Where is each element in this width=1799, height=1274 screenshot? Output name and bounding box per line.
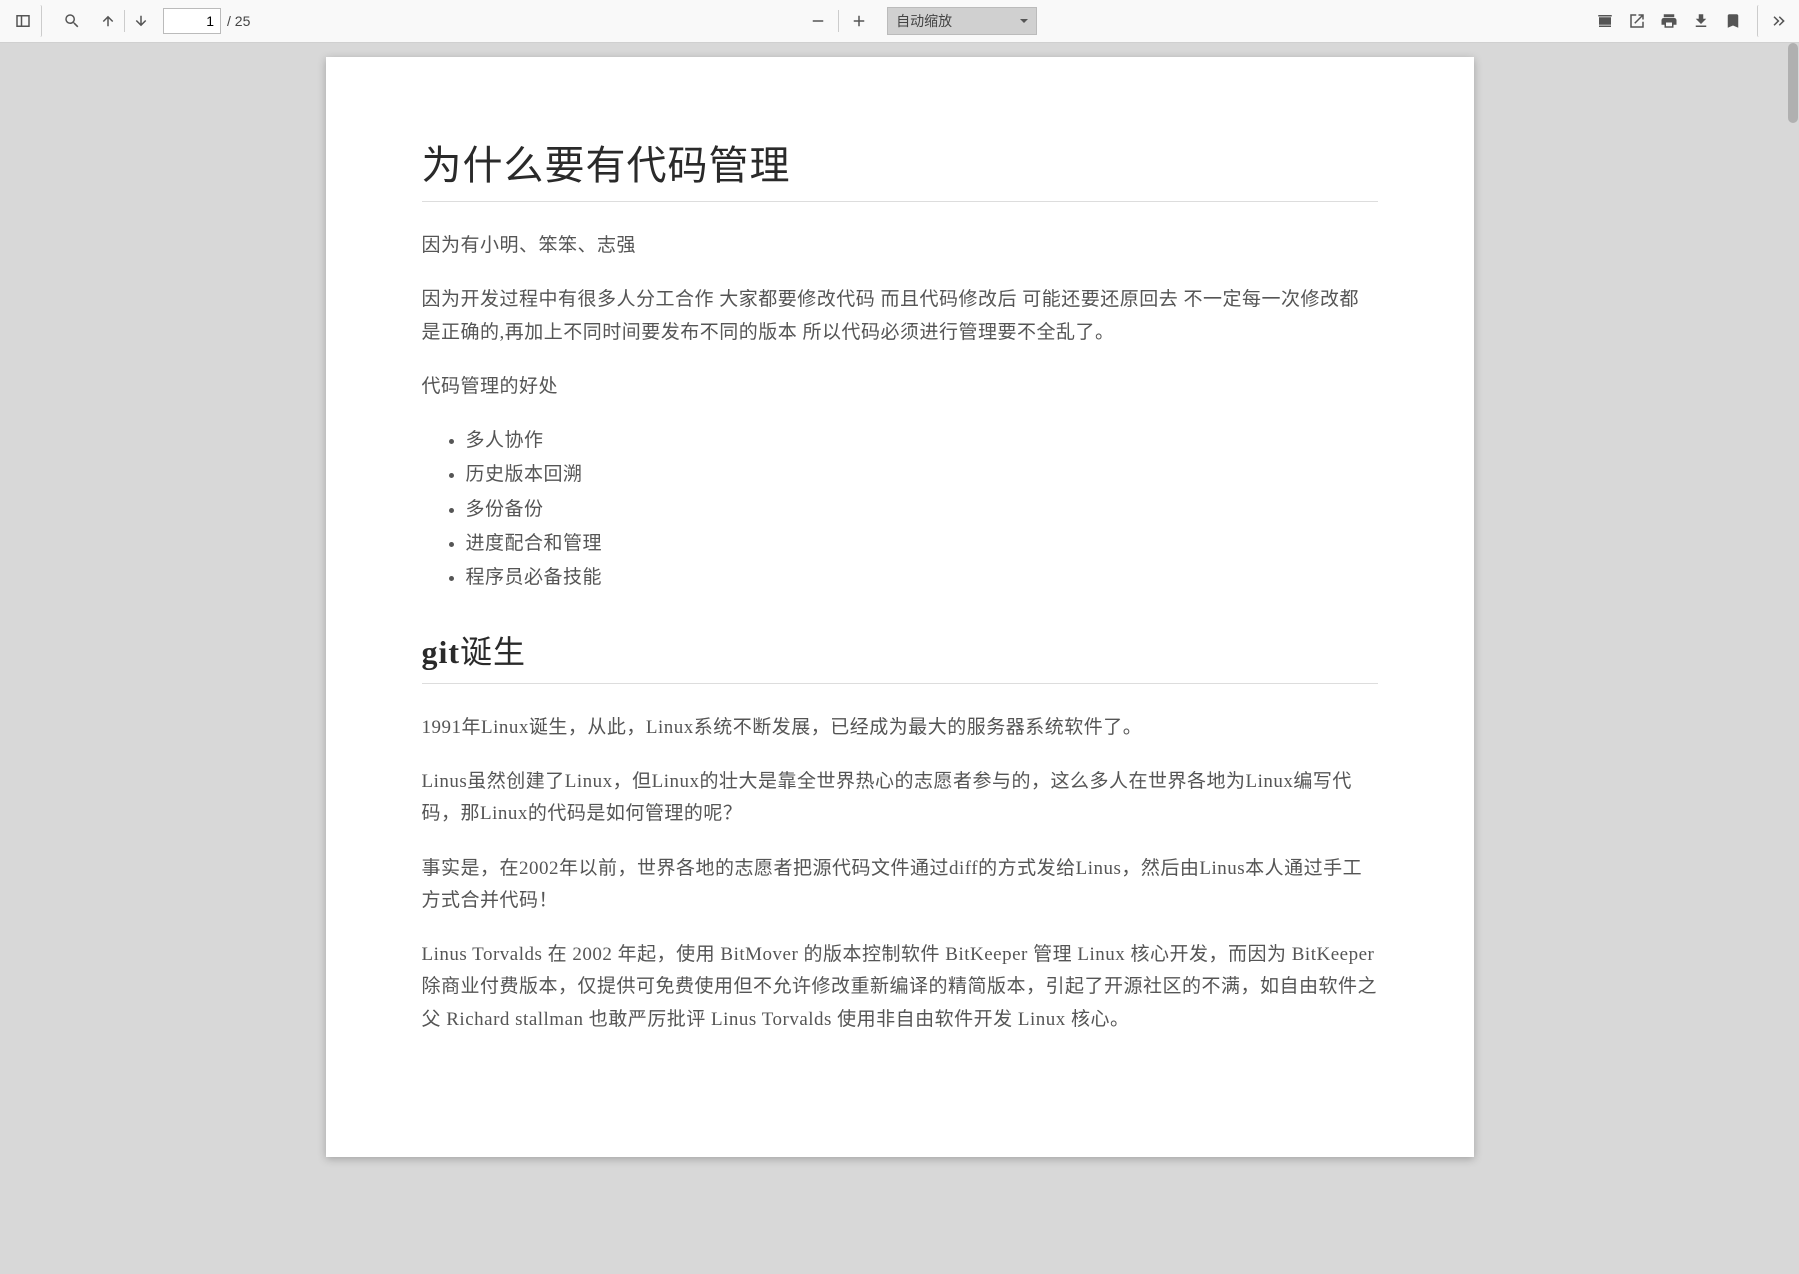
divider: [838, 10, 839, 32]
arrow-up-icon: [99, 12, 117, 30]
print-button[interactable]: [1653, 5, 1685, 37]
list-item: 程序员必备技能: [466, 562, 1378, 594]
presentation-button[interactable]: [1589, 5, 1621, 37]
bullet-list: 多人协作 历史版本回溯 多份备份 进度配合和管理 程序员必备技能: [422, 425, 1378, 594]
zoom-out-button[interactable]: [802, 5, 834, 37]
bookmark-button[interactable]: [1717, 5, 1749, 37]
page-number-input[interactable]: [163, 8, 221, 34]
document-viewport[interactable]: 为什么要有代码管理 因为有小明、笨笨、志强 因为开发过程中有很多人分工合作 大家…: [0, 43, 1799, 1274]
chevrons-right-icon: [1769, 12, 1787, 30]
bookmark-icon: [1724, 12, 1742, 30]
print-icon: [1660, 12, 1678, 30]
list-item: 多人协作: [466, 425, 1378, 457]
sidebar-icon: [14, 12, 32, 30]
page-total-label: / 25: [227, 13, 250, 29]
arrow-down-icon: [132, 12, 150, 30]
list-item: 多份备份: [466, 494, 1378, 526]
paragraph: Linus虽然创建了Linux，但Linux的壮大是靠全世界热心的志愿者参与的，…: [422, 766, 1378, 831]
paragraph: 因为有小明、笨笨、志强: [422, 230, 1378, 262]
paragraph: 1991年Linux诞生，从此，Linux系统不断发展，已经成为最大的服务器系统…: [422, 712, 1378, 744]
plus-icon: [850, 12, 868, 30]
toolbar-right: [1589, 5, 1789, 37]
download-icon: [1692, 12, 1710, 30]
toolbar-left: / 25: [10, 5, 250, 37]
paragraph: 事实是，在2002年以前，世界各地的志愿者把源代码文件通过diff的方式发给Li…: [422, 853, 1378, 918]
heading-1: 为什么要有代码管理: [422, 133, 1378, 202]
zoom-select[interactable]: 自动缩放: [887, 7, 1037, 35]
toolbar-center: 自动缩放: [250, 5, 1589, 37]
minus-icon: [809, 12, 827, 30]
more-tools-button[interactable]: [1757, 5, 1789, 37]
zoom-in-button[interactable]: [843, 5, 875, 37]
sidebar-toggle-button[interactable]: [10, 5, 42, 37]
open-icon: [1628, 12, 1646, 30]
next-page-button[interactable]: [125, 5, 157, 37]
list-item: 进度配合和管理: [466, 528, 1378, 560]
paragraph: 因为开发过程中有很多人分工合作 大家都要修改代码 而且代码修改后 可能还要还原回…: [422, 284, 1378, 349]
download-button[interactable]: [1685, 5, 1717, 37]
prev-page-button[interactable]: [92, 5, 124, 37]
list-item: 历史版本回溯: [466, 459, 1378, 491]
presentation-icon: [1596, 12, 1614, 30]
search-button[interactable]: [56, 5, 88, 37]
pdf-page: 为什么要有代码管理 因为有小明、笨笨、志强 因为开发过程中有很多人分工合作 大家…: [326, 57, 1474, 1157]
heading-2: git诞生: [422, 627, 1378, 684]
open-file-button[interactable]: [1621, 5, 1653, 37]
scrollbar-thumb[interactable]: [1788, 43, 1798, 123]
search-icon: [63, 12, 81, 30]
paragraph: 代码管理的好处: [422, 371, 1378, 403]
toolbar: / 25 自动缩放: [0, 0, 1799, 43]
paragraph: Linus Torvalds 在 2002 年起，使用 BitMover 的版本…: [422, 939, 1378, 1036]
